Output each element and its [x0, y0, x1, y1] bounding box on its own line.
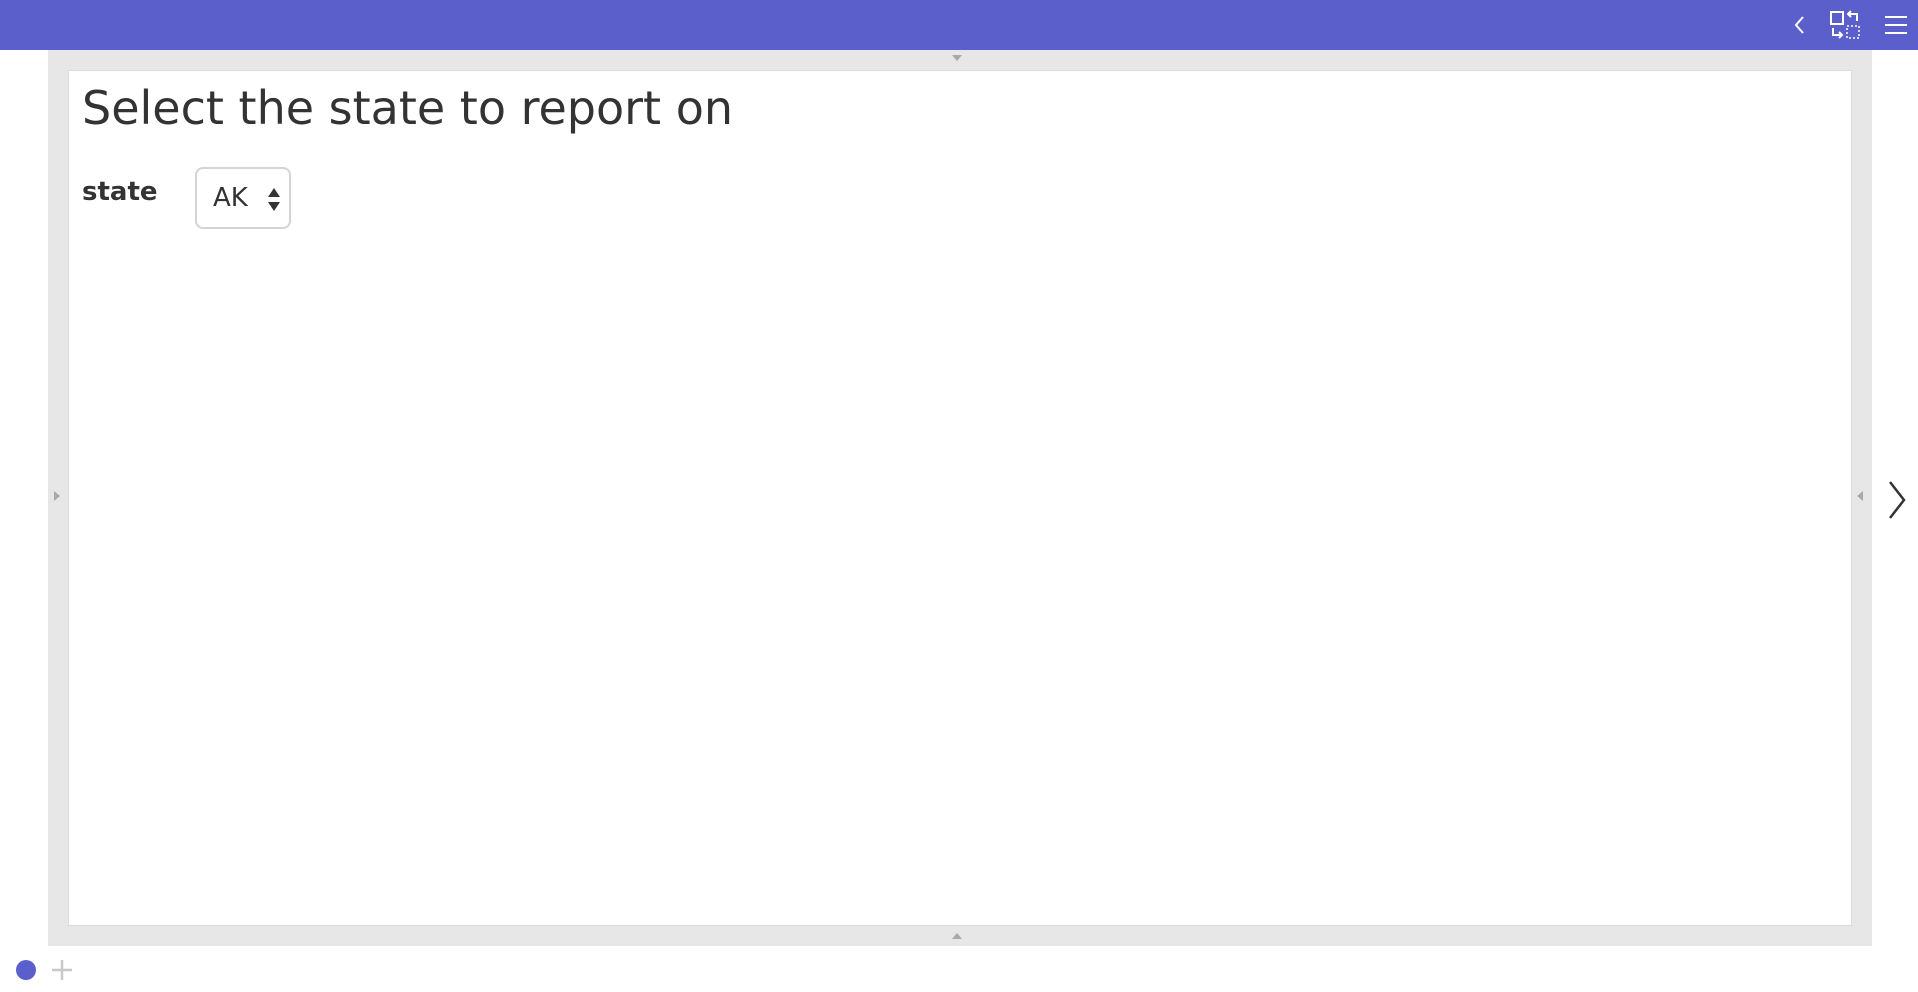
swap-layout-icon[interactable] — [1828, 10, 1864, 40]
next-page-chevron-right-icon[interactable] — [1880, 474, 1914, 526]
collapse-top-handle-icon[interactable] — [951, 54, 963, 62]
state-label: state — [82, 177, 158, 207]
state-select-value: AK — [213, 183, 248, 213]
state-select[interactable]: AK — [195, 167, 291, 229]
collapse-right-handle-icon[interactable] — [1856, 490, 1864, 502]
select-updown-icon — [268, 188, 280, 211]
report-card: Select the state to report on state AK — [68, 70, 1852, 926]
collapse-left-handle-icon[interactable] — [53, 490, 61, 502]
collapse-bottom-handle-icon[interactable] — [951, 932, 963, 940]
chevron-left-icon[interactable] — [1784, 10, 1816, 40]
hamburger-menu-icon[interactable] — [1880, 10, 1912, 40]
top-toolbar — [0, 0, 1918, 50]
plus-icon[interactable] — [48, 956, 76, 984]
page-indicator-dot[interactable] — [16, 960, 36, 980]
page-title: Select the state to report on — [82, 81, 734, 135]
